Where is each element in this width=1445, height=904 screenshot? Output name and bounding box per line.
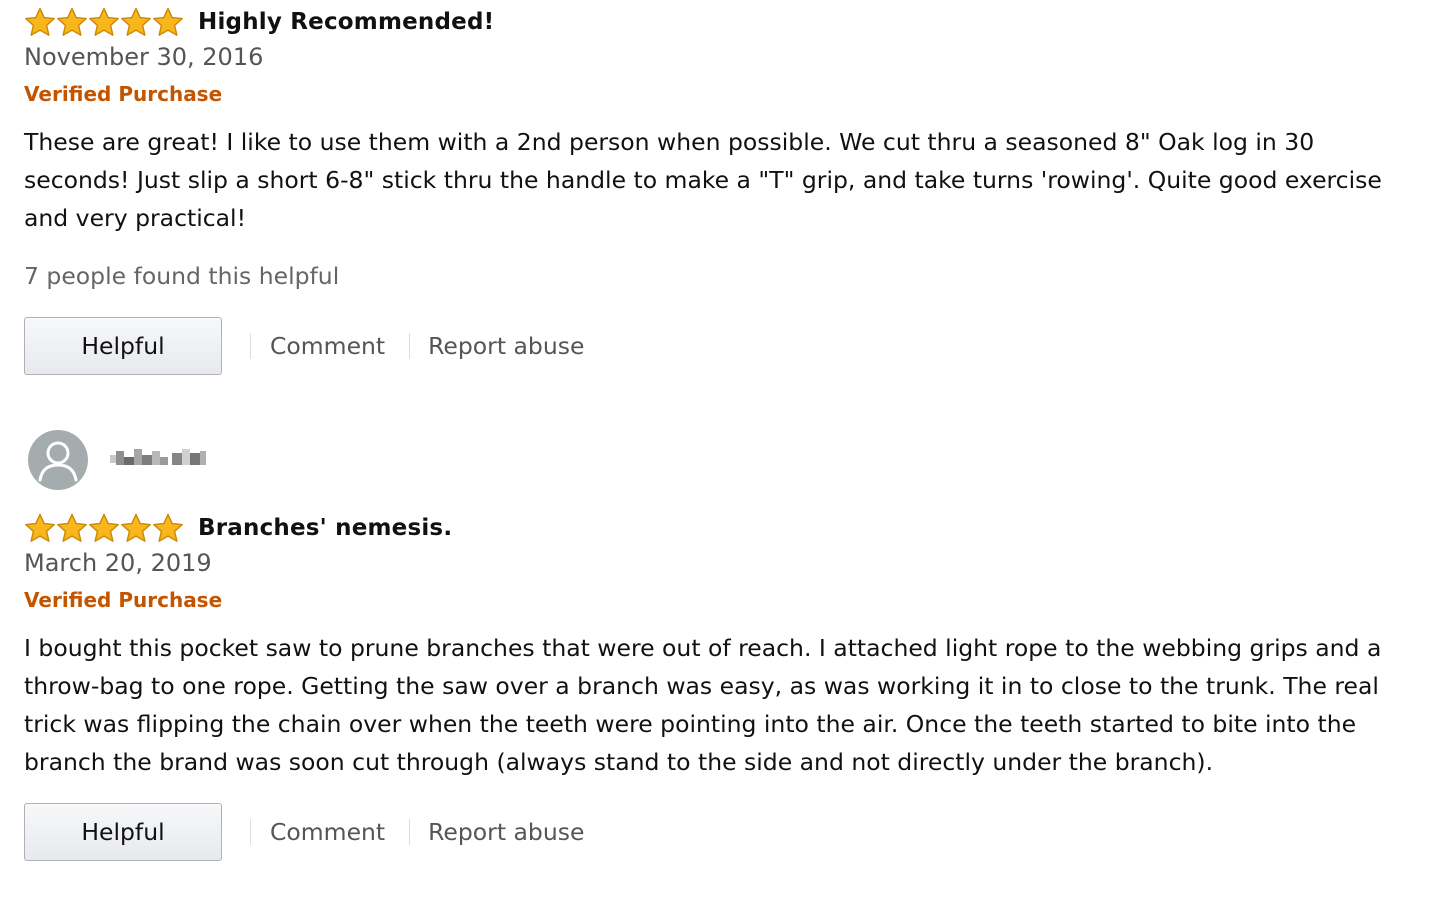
helpful-button[interactable]: Helpful: [24, 317, 222, 375]
default-user-avatar-icon[interactable]: [28, 430, 88, 490]
review-body: I bought this pocket saw to prune branch…: [24, 634, 1382, 776]
star-icon: [25, 7, 55, 36]
divider: [409, 819, 411, 845]
review-date: March 20, 2019: [24, 549, 212, 577]
star-icon: [57, 7, 87, 36]
comment-link[interactable]: Comment: [270, 818, 385, 846]
review-body: These are great! I like to use them with…: [24, 128, 1382, 232]
helpful-button[interactable]: Helpful: [24, 803, 222, 861]
star-icon: [153, 7, 183, 36]
star-icon: [121, 513, 151, 542]
divider: [250, 333, 251, 359]
verified-purchase-badge[interactable]: Verified Purchase: [24, 582, 1404, 618]
review-header: Highly Recommended!: [24, 0, 1404, 44]
divider: [250, 819, 251, 845]
comment-link[interactable]: Comment: [270, 332, 385, 360]
star-rating: [24, 513, 184, 543]
report-abuse-link[interactable]: Report abuse: [428, 818, 584, 846]
review-header: Branches' nemesis.: [24, 506, 1404, 550]
star-icon: [89, 513, 119, 542]
report-abuse-link[interactable]: Report abuse: [428, 332, 584, 360]
review-date: November 30, 2016: [24, 43, 264, 71]
star-icon: [121, 7, 151, 36]
star-icon: [57, 513, 87, 542]
divider: [409, 333, 411, 359]
review-card: Branches' nemesis. March 20, 2019 Verifi…: [24, 428, 1404, 863]
star-icon: [153, 513, 183, 542]
star-rating: [24, 7, 184, 37]
reviewer-profile[interactable]: [28, 428, 1404, 492]
review-title[interactable]: Branches' nemesis.: [198, 515, 452, 541]
verified-purchase-badge[interactable]: Verified Purchase: [24, 76, 1404, 112]
reviewer-name-pixelated[interactable]: [110, 447, 208, 473]
helpful-count: 7 people found this helpful: [24, 262, 340, 290]
star-icon: [25, 513, 55, 542]
review-actions: Helpful Comment Report abuse: [24, 315, 1404, 377]
review-card: Highly Recommended! November 30, 2016 Ve…: [24, 0, 1404, 377]
review-actions: Helpful Comment Report abuse: [24, 801, 1404, 863]
star-icon: [89, 7, 119, 36]
review-title[interactable]: Highly Recommended!: [198, 9, 494, 35]
